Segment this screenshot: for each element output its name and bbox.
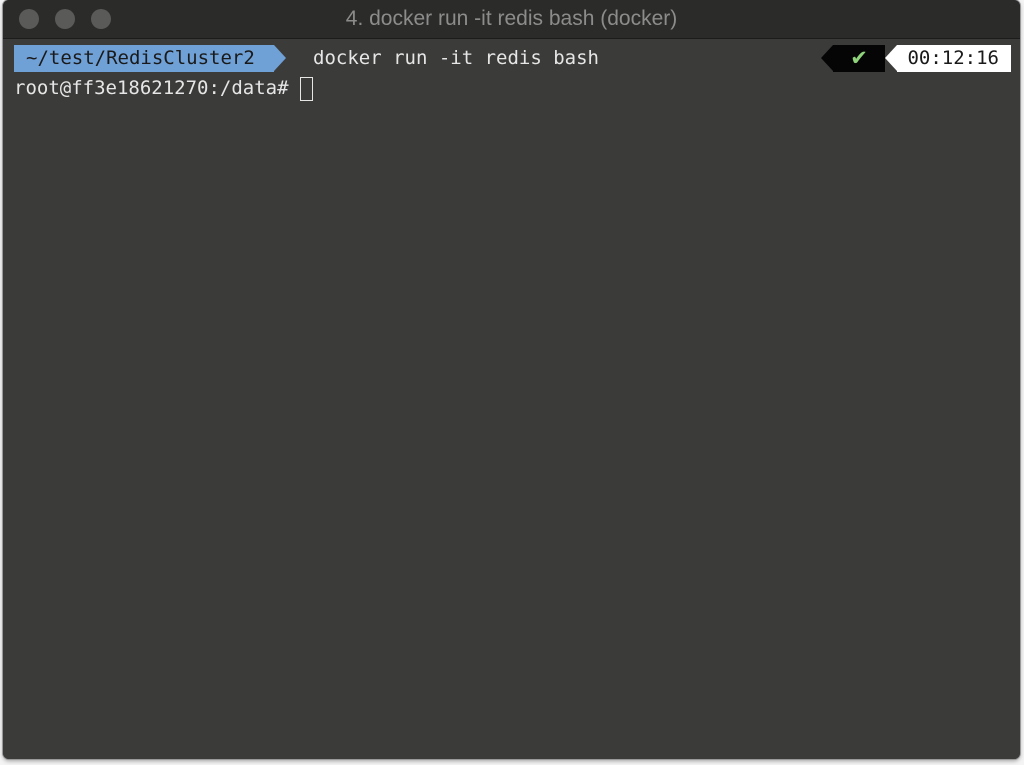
- window-title: 4. docker run -it redis bash (docker): [345, 7, 678, 30]
- terminal-window: 4. docker run -it redis bash (docker) ~/…: [3, 0, 1020, 759]
- title-bar[interactable]: 4. docker run -it redis bash (docker): [3, 0, 1020, 39]
- terminal-area[interactable]: ~/test/RedisCluster2 docker run -it redi…: [3, 39, 1020, 759]
- executed-command: docker run -it redis bash: [313, 47, 599, 69]
- shell-prompt-line: root@ff3e18621270:/data#: [14, 75, 313, 102]
- text-cursor[interactable]: [299, 77, 313, 101]
- shell-prompt: root@ff3e18621270:/data#: [14, 77, 289, 99]
- status-check-icon: ✔: [833, 45, 885, 72]
- path-segment-arrow: [274, 45, 286, 71]
- time-segment-arrow: [885, 45, 897, 71]
- path-segment: ~/test/RedisCluster2: [14, 45, 274, 72]
- status-segment-arrow: [821, 45, 833, 71]
- powerline-prompt: ~/test/RedisCluster2 docker run -it redi…: [14, 45, 1011, 72]
- elapsed-time: 00:12:16: [897, 45, 1011, 72]
